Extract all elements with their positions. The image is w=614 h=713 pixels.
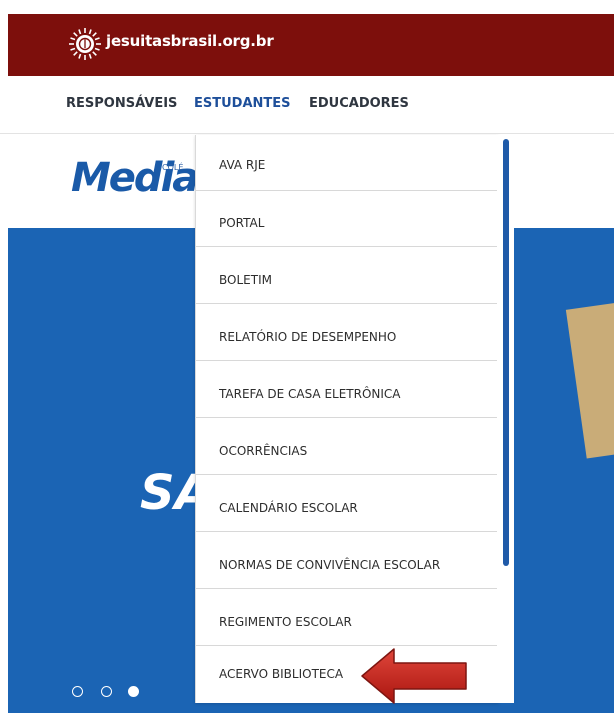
carousel-dot-1[interactable] xyxy=(72,686,83,697)
dropdown-item-label: TAREFA DE CASA ELETRÔNICA xyxy=(219,387,401,401)
nav-item-responsaveis[interactable]: RESPONSÁVEIS xyxy=(66,96,177,111)
dropdown-item-tarefa-casa[interactable]: TAREFA DE CASA ELETRÔNICA xyxy=(196,362,498,418)
nav-item-educadores[interactable]: EDUCADORES xyxy=(309,96,409,111)
dropdown-scrollbar-thumb[interactable] xyxy=(503,139,509,566)
dropdown-item-label: CALENDÁRIO ESCOLAR xyxy=(219,501,358,515)
dropdown-item-ava-rje[interactable]: AVA RJE xyxy=(196,135,498,191)
site-header-bar: jesuitasbrasil.org.br xyxy=(8,14,614,76)
dropdown-item-label: ACERVO BIBLIOTECA xyxy=(219,667,344,681)
school-logo-small-text: COLÉ xyxy=(162,163,184,172)
dropdown-item-boletim[interactable]: BOLETIM xyxy=(196,248,498,304)
nav-item-estudantes[interactable]: ESTUDANTES xyxy=(194,96,291,111)
dropdown-item-label: OCORRÊNCIAS xyxy=(219,444,308,458)
dropdown-item-regimento[interactable]: REGIMENTO ESCOLAR xyxy=(196,590,498,646)
dropdown-item-label: PORTAL xyxy=(219,216,265,230)
dropdown-item-ocorrencias[interactable]: OCORRÊNCIAS xyxy=(196,419,498,475)
main-nav: RESPONSÁVEIS ESTUDANTES EDUCADORES xyxy=(0,76,614,134)
dropdown-item-normas[interactable]: NORMAS DE CONVIVÊNCIA ESCOLAR xyxy=(196,533,498,589)
dropdown-item-calendario[interactable]: CALENDÁRIO ESCOLAR xyxy=(196,476,498,532)
dropdown-item-label: BOLETIM xyxy=(219,273,272,287)
site-name-link[interactable]: jesuitasbrasil.org.br xyxy=(106,32,274,50)
dropdown-item-label: RELATÓRIO DE DESEMPENHO xyxy=(219,330,397,344)
carousel-dot-3-active[interactable] xyxy=(128,686,139,697)
dropdown-item-portal[interactable]: PORTAL xyxy=(196,191,498,247)
dropdown-item-label: REGIMENTO ESCOLAR xyxy=(219,615,352,629)
dropdown-item-relatorio-desempenho[interactable]: RELATÓRIO DE DESEMPENHO xyxy=(196,305,498,361)
annotation-arrow-icon xyxy=(361,648,467,704)
dropdown-item-label: AVA RJE xyxy=(219,158,266,172)
estudantes-dropdown-menu: AVA RJE PORTAL BOLETIM RELATÓRIO DE DESE… xyxy=(195,135,499,703)
carousel-dot-2[interactable] xyxy=(101,686,112,697)
dropdown-item-label: NORMAS DE CONVIVÊNCIA ESCOLAR xyxy=(219,558,441,572)
jesuit-seal-icon[interactable] xyxy=(68,27,102,61)
